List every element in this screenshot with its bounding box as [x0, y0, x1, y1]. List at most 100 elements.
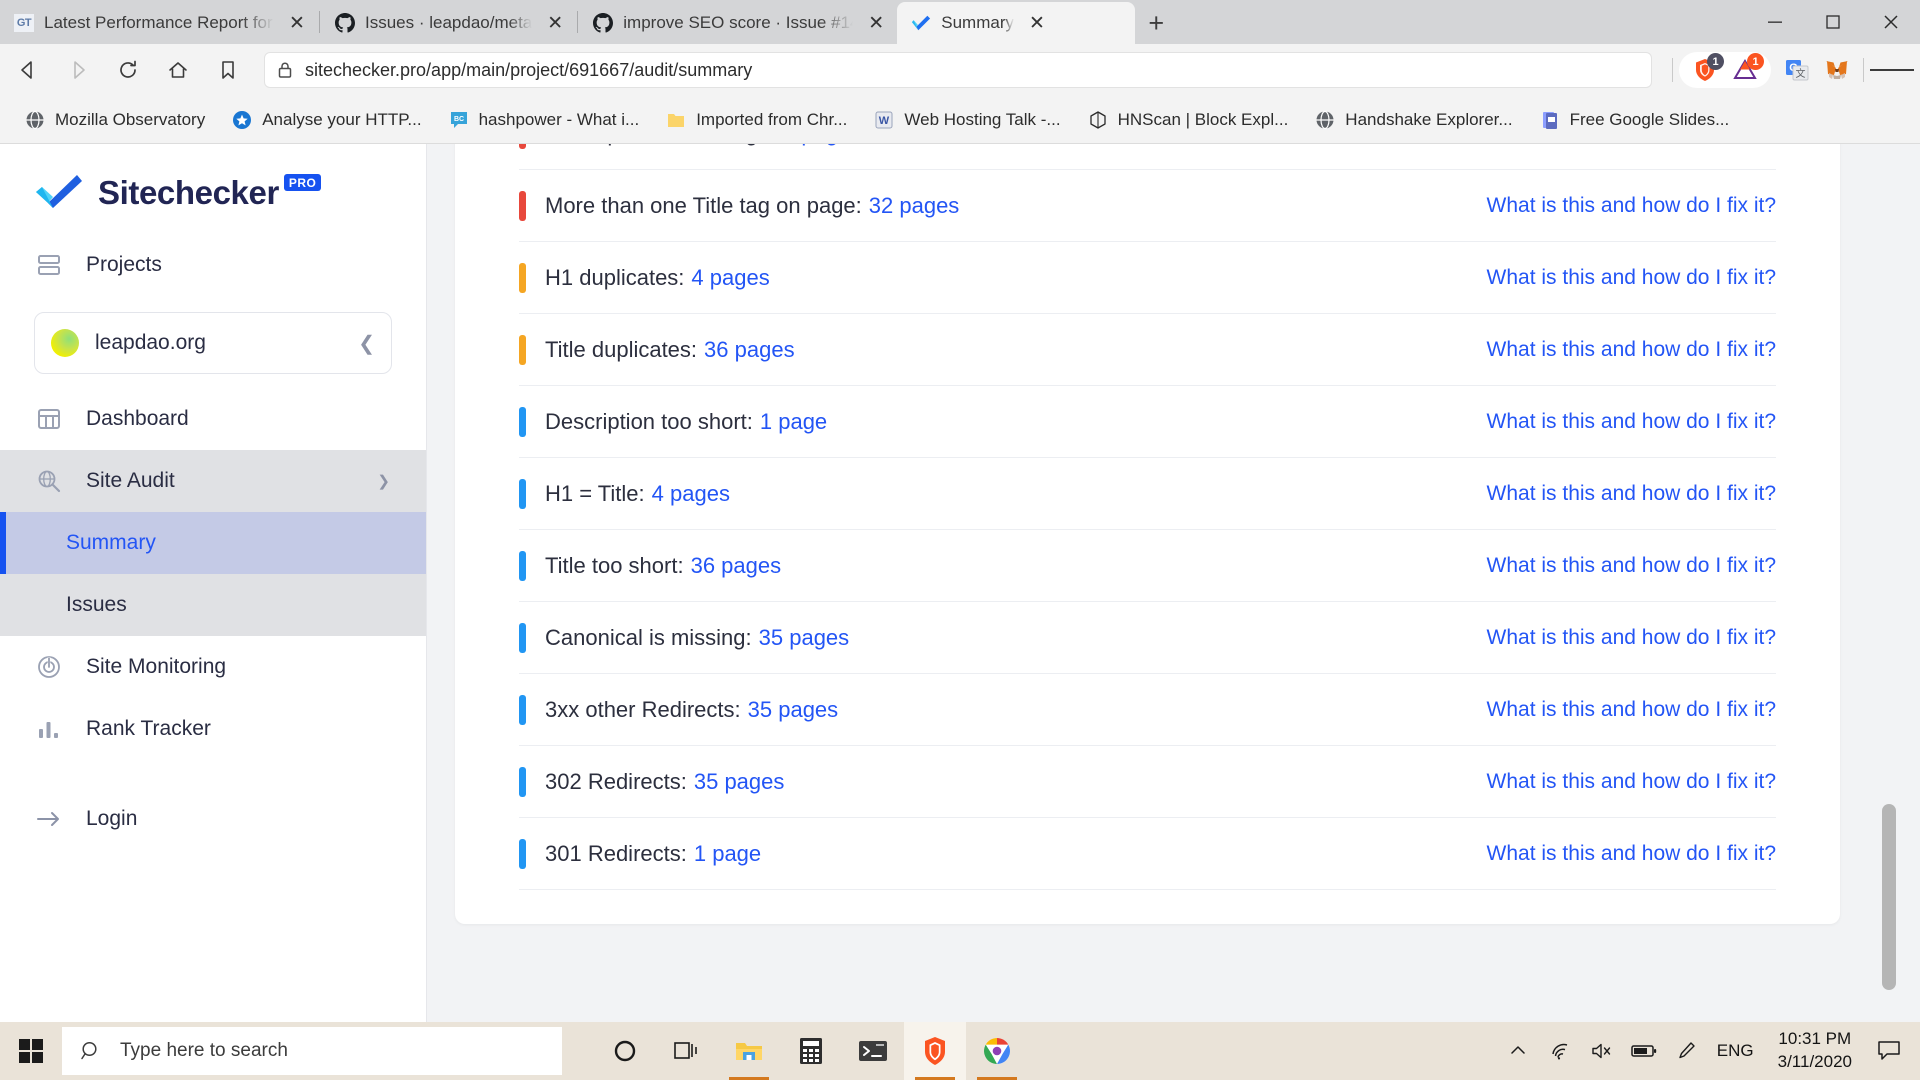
bookmark-label: hashpower - What i... [478, 109, 640, 129]
bookmark-item[interactable]: W Web Hosting Talk -... [863, 103, 1070, 137]
browser-menu-button[interactable] [1870, 48, 1915, 92]
bookmark-item[interactable]: BC hashpower - What i... [438, 103, 650, 137]
issue-count-link[interactable]: 4 pages [691, 265, 769, 291]
bookmark-item[interactable]: Handshake Explorer... [1304, 103, 1522, 137]
issue-count-link[interactable]: 35 pages [771, 144, 862, 147]
project-selector[interactable]: leapdao.org ❮ [34, 312, 392, 374]
issue-row[interactable]: Description too short: 1 page What is th… [519, 386, 1776, 458]
bookmark-item[interactable]: Analyse your HTTP... [221, 103, 431, 137]
issue-count-link[interactable]: 36 pages [704, 337, 795, 363]
fix-it-link[interactable]: What is this and how do I fix it? [1487, 482, 1776, 506]
action-center-icon[interactable] [1866, 1022, 1912, 1080]
issue-row[interactable]: 301 Redirects: 1 page What is this and h… [519, 818, 1776, 890]
issue-count-link[interactable]: 35 pages [759, 625, 850, 651]
issue-row[interactable]: H1 duplicates: 4 pages What is this and … [519, 242, 1776, 314]
cortana-icon[interactable] [594, 1022, 656, 1080]
bookmark-item[interactable]: Free Google Slides... [1529, 103, 1740, 137]
fix-it-link[interactable]: What is this and how do I fix it? [1487, 410, 1776, 434]
sidebar-item-summary[interactable]: Summary [0, 512, 426, 574]
fix-it-link[interactable]: What is this and how do I fix it? [1487, 842, 1776, 866]
fix-it-link[interactable]: What is this and how do I fix it? [1487, 144, 1776, 146]
forward-arrow-icon[interactable] [56, 48, 100, 92]
fix-it-link[interactable]: What is this and how do I fix it? [1487, 770, 1776, 794]
brave-shields-icon[interactable]: 1 [1685, 52, 1725, 88]
maximize-button[interactable] [1804, 0, 1862, 44]
task-view-icon[interactable] [656, 1022, 718, 1080]
issue-row[interactable]: 3xx other Redirects: 35 pages What is th… [519, 674, 1776, 746]
chevron-left-icon[interactable]: ❮ [358, 331, 375, 356]
terminal-icon[interactable] [842, 1022, 904, 1080]
google-slides-icon [1539, 109, 1561, 131]
tab-close-button[interactable]: ✕ [282, 8, 312, 38]
issue-count-link[interactable]: 35 pages [694, 769, 785, 795]
bookmark-outline-icon[interactable] [206, 48, 250, 92]
pro-badge: PRO [283, 174, 322, 191]
issue-row[interactable]: Description is missing: 35 pages What is… [519, 144, 1776, 170]
tab-close-button[interactable]: ✕ [861, 8, 891, 38]
calculator-icon[interactable] [780, 1022, 842, 1080]
issue-row[interactable]: More than one Title tag on page: 32 page… [519, 170, 1776, 242]
tab-close-button[interactable]: ✕ [540, 8, 570, 38]
tab-close-button[interactable]: ✕ [1022, 8, 1052, 38]
minimize-button[interactable] [1746, 0, 1804, 44]
tab-title: improve SEO score · Issue #142 · le [623, 13, 853, 32]
fix-it-link[interactable]: What is this and how do I fix it? [1487, 626, 1776, 650]
google-translate-icon[interactable]: G 文 [1777, 52, 1817, 88]
wifi-icon[interactable] [1539, 1022, 1581, 1080]
severity-indicator [519, 190, 526, 221]
clock[interactable]: 10:31 PM 3/11/2020 [1764, 1028, 1866, 1074]
sidebar-item-login[interactable]: Login [0, 788, 426, 850]
issue-row[interactable]: H1 = Title: 4 pages What is this and how… [519, 458, 1776, 530]
issue-row[interactable]: Title duplicates: 36 pages What is this … [519, 314, 1776, 386]
fix-it-link[interactable]: What is this and how do I fix it? [1487, 194, 1776, 218]
brave-browser-icon[interactable] [904, 1022, 966, 1080]
chrome-browser-icon[interactable] [966, 1022, 1028, 1080]
issue-count-link[interactable]: 32 pages [869, 193, 960, 219]
fix-it-link[interactable]: What is this and how do I fix it? [1487, 698, 1776, 722]
taskbar-search[interactable]: Type here to search [62, 1027, 562, 1075]
issue-count-link[interactable]: 1 page [694, 841, 761, 867]
issue-count-link[interactable]: 36 pages [691, 553, 782, 579]
bookmark-item[interactable]: HNScan | Block Expl... [1077, 103, 1299, 137]
bookmark-item[interactable]: Imported from Chr... [655, 103, 857, 137]
sidebar-item-projects[interactable]: Projects [0, 234, 426, 296]
close-button[interactable] [1862, 0, 1920, 44]
sidebar-item-site-monitoring[interactable]: Site Monitoring [0, 636, 426, 698]
issue-count-link[interactable]: 1 page [760, 409, 827, 435]
show-hidden-icons-chevron-icon[interactable] [1497, 1022, 1539, 1080]
file-explorer-icon[interactable] [718, 1022, 780, 1080]
home-icon[interactable] [156, 48, 200, 92]
brave-rewards-icon[interactable]: 1 [1725, 52, 1765, 88]
browser-tab[interactable]: improve SEO score · Issue #142 · le ✕ [579, 2, 898, 44]
language-indicator[interactable]: ENG [1707, 1041, 1764, 1061]
issue-row[interactable]: 302 Redirects: 35 pages What is this and… [519, 746, 1776, 818]
fix-it-link[interactable]: What is this and how do I fix it? [1487, 554, 1776, 578]
fix-it-link[interactable]: What is this and how do I fix it? [1487, 338, 1776, 362]
page-scrollbar[interactable] [1878, 144, 1900, 1022]
new-tab-button[interactable]: + [1135, 2, 1177, 44]
issue-row[interactable]: Canonical is missing: 35 pages What is t… [519, 602, 1776, 674]
bookmark-item[interactable]: Mozilla Observatory [14, 103, 215, 137]
address-bar[interactable]: sitechecker.pro/app/main/project/691667/… [264, 52, 1652, 88]
issue-count-link[interactable]: 4 pages [652, 481, 730, 507]
brand-logo[interactable]: Sitechecker PRO [0, 144, 426, 214]
back-arrow-icon[interactable] [6, 48, 50, 92]
metamask-icon[interactable] [1817, 52, 1857, 88]
pen-icon[interactable] [1665, 1022, 1707, 1080]
page-scrollbar-thumb[interactable] [1882, 804, 1896, 990]
volume-muted-icon[interactable] [1581, 1022, 1623, 1080]
reload-icon[interactable] [106, 48, 150, 92]
fix-it-link[interactable]: What is this and how do I fix it? [1487, 266, 1776, 290]
chevron-down-icon[interactable]: ❯ [377, 472, 390, 490]
sidebar-item-dashboard[interactable]: Dashboard [0, 388, 426, 450]
sidebar-item-site-audit[interactable]: Site Audit ❯ [0, 450, 426, 512]
sidebar-item-issues[interactable]: Issues [0, 574, 426, 636]
browser-tab[interactable]: GT Latest Performance Report for: htt ✕ [0, 2, 318, 44]
sidebar-item-rank-tracker[interactable]: Rank Tracker [0, 698, 426, 760]
browser-tab-active[interactable]: Summary ✕ [897, 2, 1136, 44]
battery-icon[interactable] [1623, 1022, 1665, 1080]
issue-row[interactable]: Title too short: 36 pages What is this a… [519, 530, 1776, 602]
issue-count-link[interactable]: 35 pages [748, 697, 839, 723]
start-button[interactable] [0, 1022, 62, 1080]
browser-tab[interactable]: Issues · leapdao/meta ✕ [321, 2, 577, 44]
